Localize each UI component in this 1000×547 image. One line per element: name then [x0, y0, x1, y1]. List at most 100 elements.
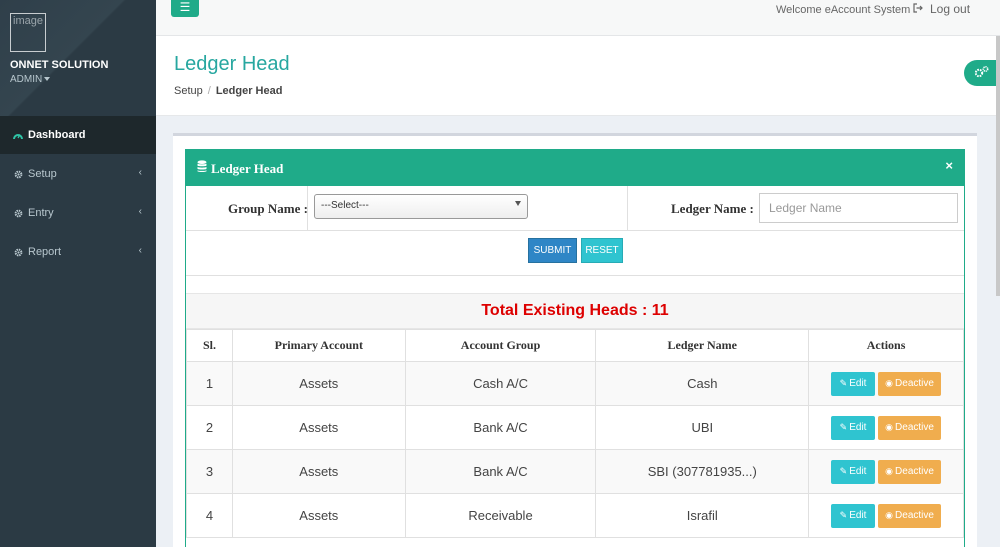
cell-group: Receivable: [404, 493, 597, 538]
cell-primary: Assets: [231, 361, 406, 406]
user-role-label: ADMIN: [10, 74, 43, 85]
sidebar-item-label: Report: [28, 246, 62, 258]
dashboard-icon: [13, 130, 23, 140]
hamburger-icon: ☰: [179, 0, 191, 14]
group-name-select[interactable]: ---Select---: [314, 194, 528, 219]
gear-icon: [13, 208, 23, 218]
cell-ledger: Israfil: [595, 493, 810, 538]
column-header: Ledger Name: [595, 329, 810, 362]
close-icon[interactable]: ×: [945, 158, 953, 173]
cell-primary: Assets: [231, 449, 406, 494]
edit-button[interactable]: ✎ Edit: [831, 415, 876, 440]
welcome-text: Welcome eAccount System: [776, 4, 911, 16]
edit-button[interactable]: ✎ Edit: [831, 371, 876, 396]
logo-image: image: [10, 13, 46, 52]
sidebar-item-label: Setup: [28, 168, 57, 180]
settings-float-button[interactable]: [964, 60, 1000, 86]
cell-actions: ✎ Edit ◉ Deactive: [808, 361, 964, 406]
breadcrumb-current: Ledger Head: [215, 85, 283, 97]
edit-label: Edit: [849, 466, 867, 477]
deactive-label: Deactive: [895, 378, 934, 389]
divider: [307, 186, 308, 231]
reset-button[interactable]: RESET: [581, 238, 623, 263]
cell-ledger: SBI (307781935...): [595, 449, 810, 494]
deactive-button[interactable]: ◉ Deactive: [878, 459, 942, 484]
deactive-label: Deactive: [895, 510, 934, 521]
table-row: 2 Assets Bank A/C UBI ✎ Edit ◉ Deactive: [186, 405, 964, 450]
table-row: 1 Assets Cash A/C Cash ✎ Edit ◉ Deactive: [186, 361, 964, 406]
page-scrollbar[interactable]: [996, 36, 1000, 296]
table-row: 4 Assets Receivable Israfil ✎ Edit ◉ Deacti…: [186, 493, 964, 538]
eye-icon: ◉: [885, 378, 894, 388]
sidebar-item-dashboard[interactable]: Dashboard: [0, 116, 156, 154]
logout-label: Log out: [930, 2, 971, 16]
panel-header: Ledger Head ×: [186, 150, 964, 186]
page-title: Ledger Head: [174, 53, 290, 75]
cell-sl: 4: [186, 493, 233, 538]
sidebar-item-setup[interactable]: Setup ‹: [0, 155, 156, 193]
edit-icon: ✎: [839, 466, 848, 476]
column-header: Actions: [808, 329, 964, 362]
deactive-button[interactable]: ◉ Deactive: [878, 371, 942, 396]
sidebar-item-entry[interactable]: Entry ‹: [0, 194, 156, 232]
cell-actions: ✎ Edit ◉ Deactive: [808, 449, 964, 494]
database-icon: [197, 160, 207, 176]
sidebar-item-label: Dashboard: [28, 129, 86, 141]
sidebar-item-label: Entry: [28, 207, 54, 219]
sidebar-item-report[interactable]: Report ‹: [0, 233, 156, 271]
ledger-table: Sl. Primary Account Account Group Ledger…: [186, 329, 964, 538]
user-role-dropdown[interactable]: ADMIN: [10, 74, 51, 85]
edit-icon: ✎: [839, 422, 848, 432]
cell-primary: Assets: [231, 493, 406, 538]
cell-ledger: Cash: [595, 361, 810, 406]
deactive-label: Deactive: [895, 422, 934, 433]
caret-down-icon: [515, 201, 521, 206]
eye-icon: ◉: [885, 422, 894, 432]
sidebar-toggle-button[interactable]: ☰: [171, 0, 199, 17]
divider: [627, 186, 628, 231]
logout-link[interactable]: Log out: [913, 2, 970, 16]
edit-label: Edit: [849, 510, 867, 521]
cell-group: Cash A/C: [404, 361, 597, 406]
form-buttons-row: SUBMIT RESET: [186, 232, 964, 276]
cell-ledger: UBI: [595, 405, 810, 450]
cell-sl: 1: [186, 361, 233, 406]
cell-sl: 3: [186, 449, 233, 494]
cell-actions: ✎ Edit ◉ Deactive: [808, 405, 964, 450]
eye-icon: ◉: [885, 510, 894, 520]
edit-button[interactable]: ✎ Edit: [831, 459, 876, 484]
panel-title: Ledger Head: [211, 161, 284, 176]
ledger-name-label: Ledger Name :: [671, 201, 754, 216]
filter-form-row: Group Name : ---Select--- Ledger Name :: [186, 186, 964, 231]
cell-group: Bank A/C: [404, 449, 597, 494]
total-existing-heads: Total Existing Heads : 11: [186, 293, 964, 329]
deactive-button[interactable]: ◉ Deactive: [878, 415, 942, 440]
brand-name: ONNET SOLUTION: [10, 59, 109, 71]
cell-sl: 2: [186, 405, 233, 450]
chevron-left-icon: ‹: [138, 206, 142, 217]
deactive-button[interactable]: ◉ Deactive: [878, 503, 942, 528]
column-header: Sl.: [186, 329, 233, 362]
submit-button[interactable]: SUBMIT: [528, 238, 577, 263]
edit-icon: ✎: [839, 510, 848, 520]
column-header: Primary Account: [231, 329, 406, 362]
content-header: Ledger Head Setup / Ledger Head: [156, 36, 1000, 116]
group-name-selected: ---Select---: [321, 200, 369, 211]
gears-icon: [974, 65, 990, 82]
breadcrumb-setup-link[interactable]: Setup: [174, 85, 203, 97]
sidebar: image ONNET SOLUTION ADMIN Dashboard Set…: [0, 0, 156, 547]
table-row: 3 Assets Bank A/C SBI (307781935...) ✎ Ed…: [186, 449, 964, 494]
deactive-label: Deactive: [895, 466, 934, 477]
breadcrumb: Setup / Ledger Head: [174, 85, 282, 97]
logout-icon: [913, 2, 923, 16]
gear-icon: [13, 169, 23, 179]
cell-actions: ✎ Edit ◉ Deactive: [808, 493, 964, 538]
edit-label: Edit: [849, 378, 867, 389]
ledger-name-input[interactable]: [759, 193, 958, 223]
chevron-left-icon: ‹: [138, 167, 142, 178]
table-header-row: Sl. Primary Account Account Group Ledger…: [186, 329, 964, 362]
cell-primary: Assets: [231, 405, 406, 450]
caret-down-icon: [44, 77, 51, 82]
edit-button[interactable]: ✎ Edit: [831, 503, 876, 528]
top-navbar: ☰ Welcome eAccount System Log out: [156, 0, 1000, 36]
